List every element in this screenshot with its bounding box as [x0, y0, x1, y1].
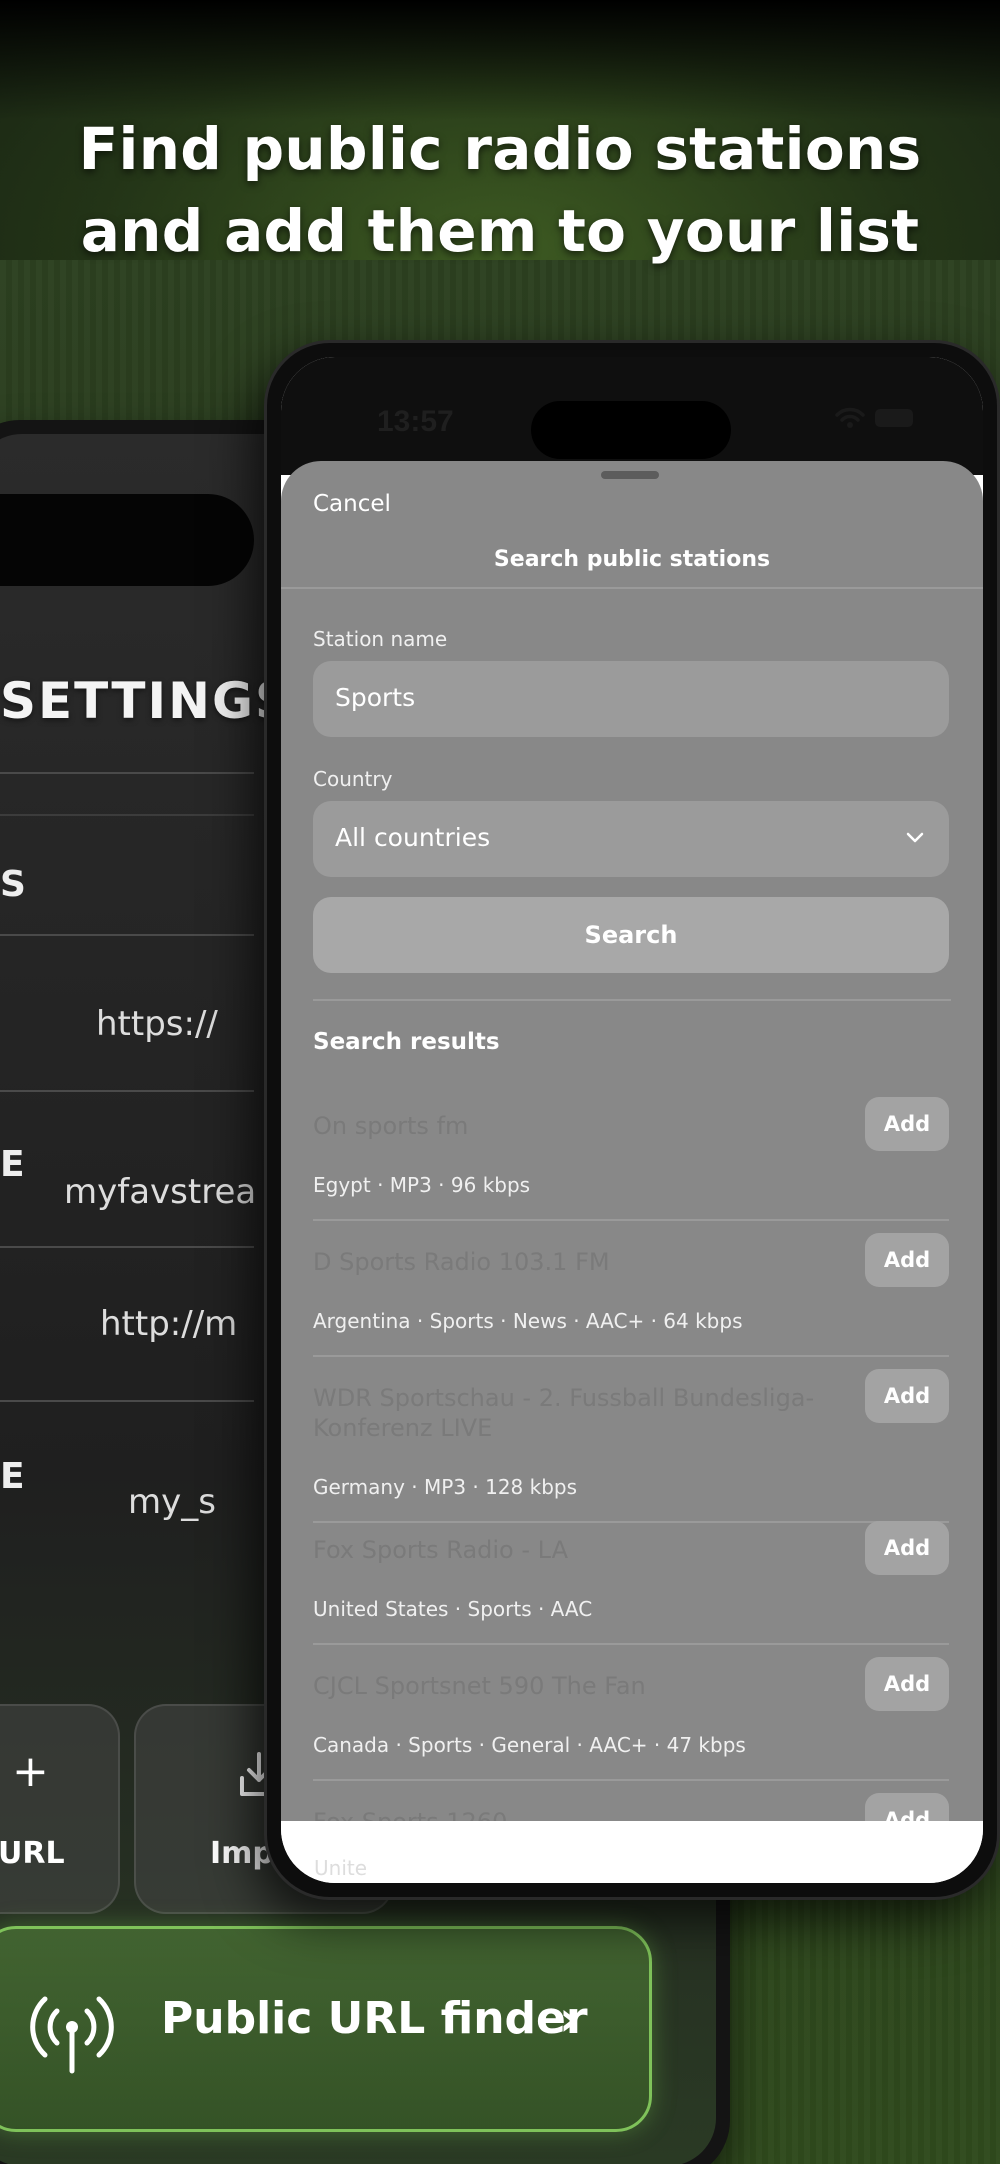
search-button[interactable]: Search: [313, 897, 949, 973]
home-area: [281, 1821, 983, 1883]
headline-line-1: Find public radio stations: [78, 115, 922, 183]
settings-row-value[interactable]: myfavstrea: [64, 1172, 256, 1212]
public-url-finder-label: Public URL finder: [161, 1993, 588, 2044]
public-url-finder-button[interactable]: Public URL finder ›: [0, 1926, 652, 2132]
station-meta-partial: Unite: [314, 1856, 368, 1880]
divider: [313, 1355, 949, 1357]
divider: [0, 814, 254, 816]
divider: [313, 1643, 949, 1645]
settings-row-value[interactable]: my_s: [128, 1482, 216, 1522]
add-url-tile[interactable]: + URL: [0, 1704, 120, 1914]
add-button[interactable]: Add: [865, 1369, 949, 1423]
divider: [0, 772, 254, 774]
search-screen: 13:57 Cancel Search public stations Stat…: [281, 357, 983, 1883]
settings-row-value[interactable]: https://: [96, 1004, 218, 1044]
settings-title: SETTINGS: [0, 672, 294, 730]
divider: [313, 999, 951, 1001]
row-marker: S: [0, 864, 26, 905]
country-value: All countries: [335, 823, 491, 852]
chevron-right-icon: ›: [559, 1991, 579, 2047]
divider: [0, 1400, 254, 1402]
station-meta: United States · Sports · AAC: [313, 1597, 593, 1621]
chevron-down-icon: [906, 832, 924, 843]
station-meta: Argentina · Sports · News · AAC+ · 64 kb…: [313, 1309, 743, 1333]
add-url-label: URL: [0, 1836, 65, 1871]
station-name-input[interactable]: Sports: [313, 661, 949, 737]
divider: [0, 1090, 254, 1092]
status-time: 13:57: [377, 405, 454, 438]
plus-icon: +: [12, 1746, 49, 1797]
status-icons: [835, 407, 913, 429]
station-name: D Sports Radio 103.1 FM: [313, 1248, 610, 1276]
antenna-icon: [30, 1996, 114, 2074]
dynamic-island: [531, 401, 731, 459]
country-select[interactable]: All countries: [313, 801, 949, 877]
headline: Find public radio stations and add them …: [0, 108, 1000, 272]
divider: [0, 1246, 254, 1248]
background-shade: [0, 0, 1000, 120]
station-name: Fox Sports 1260: [313, 1807, 833, 1821]
battery-icon: [875, 409, 913, 427]
station-name: CJCL Sportsnet 590 The Fan: [313, 1672, 646, 1700]
headline-line-2: and add them to your list: [80, 197, 920, 265]
station-name: Fox Sports Radio - LA: [313, 1536, 568, 1564]
sheet-title: Search public stations: [493, 547, 771, 572]
row-marker: E: [0, 1144, 25, 1185]
search-sheet: Cancel Search public stations Station na…: [281, 461, 983, 1821]
station-name-value: Sports: [335, 683, 416, 712]
station-meta: Canada · Sports · General · AAC+ · 47 kb…: [313, 1733, 746, 1757]
row-marker: E: [0, 1456, 25, 1497]
search-phone: 13:57 Cancel Search public stations Stat…: [264, 340, 1000, 1900]
station-meta: Egypt · MP3 · 96 kbps: [313, 1173, 531, 1197]
country-label: Country: [313, 767, 393, 791]
settings-row-value[interactable]: http://m: [100, 1304, 237, 1344]
add-button[interactable]: Add: [865, 1521, 949, 1575]
divider: [313, 1521, 949, 1523]
station-meta: Germany · MP3 · 128 kbps: [313, 1475, 578, 1499]
add-button[interactable]: Add: [865, 1233, 949, 1287]
dynamic-island: [0, 494, 254, 586]
station-name: WDR Sportschau - 2. Fussball Bundesliga-…: [313, 1384, 815, 1442]
cancel-button[interactable]: Cancel: [313, 491, 391, 517]
divider: [0, 934, 254, 936]
divider: [313, 1219, 949, 1221]
divider: [313, 1779, 949, 1781]
search-results-title: Search results: [313, 1029, 500, 1055]
add-button[interactable]: Add: [865, 1793, 949, 1821]
add-button[interactable]: Add: [865, 1657, 949, 1711]
wifi-icon: [835, 407, 865, 428]
station-name: On sports fm: [313, 1112, 469, 1140]
add-button[interactable]: Add: [865, 1097, 949, 1151]
divider: [281, 587, 983, 589]
sheet-grabber[interactable]: [601, 471, 659, 479]
station-name-label: Station name: [313, 627, 448, 651]
